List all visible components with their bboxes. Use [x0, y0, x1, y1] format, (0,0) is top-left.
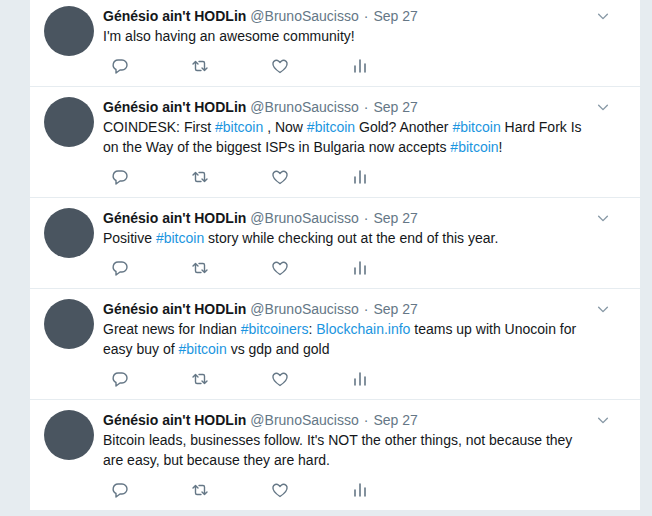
retweet-icon[interactable] [191, 57, 209, 75]
tweet-text: Positive #bitcoin story while checking o… [103, 228, 593, 248]
text-span: ! [499, 139, 503, 155]
user-name[interactable]: Génésio ain't HODLin [103, 8, 246, 24]
text-span: COINDESK: First [103, 119, 215, 135]
separator: · [364, 412, 369, 428]
reply-icon[interactable] [111, 57, 129, 75]
retweet-icon[interactable] [191, 481, 209, 499]
action-bar [103, 369, 628, 389]
hashtag[interactable]: #bitcoin [215, 119, 263, 135]
avatar-photo[interactable] [44, 208, 94, 258]
reply-icon[interactable] [111, 370, 129, 388]
tweet-date[interactable]: Sep 27 [373, 210, 417, 226]
reply-icon[interactable] [111, 168, 129, 186]
user-handle[interactable]: @BrunoSaucisso [250, 210, 358, 226]
user-handle[interactable]: @BrunoSaucisso [250, 301, 358, 317]
separator: · [364, 8, 369, 24]
tweet[interactable]: Génésio ain't HODLin@BrunoSaucisso ·Sep 2… [30, 87, 640, 198]
analytics-icon[interactable] [351, 259, 369, 277]
tweet[interactable]: Génésio ain't HODLin@BrunoSaucisso ·Sep 2… [30, 198, 640, 289]
timeline: Génésio ain't HODLin@BrunoSaucisso·Sep 2… [30, 0, 640, 511]
tweet-date[interactable]: Sep 27 [373, 8, 417, 24]
heart-icon[interactable] [271, 168, 289, 186]
reply-icon[interactable] [111, 481, 129, 499]
tweet[interactable]: Génésio ain't HODLin@BrunoSaucisso ·Sep 2… [30, 400, 640, 511]
retweet-icon[interactable] [191, 370, 209, 388]
tweet-date[interactable]: Sep 27 [373, 412, 417, 428]
text-span: story while checking out at the end of t… [204, 230, 498, 246]
hashtag[interactable]: #bitcoin [450, 139, 498, 155]
reply-icon[interactable] [111, 259, 129, 277]
hashtag[interactable]: #bitcoin [307, 119, 355, 135]
heart-icon[interactable] [271, 57, 289, 75]
action-bar [103, 480, 628, 500]
text-span: Gold? Another [355, 119, 452, 135]
user-name[interactable]: Génésio ain't HODLin [103, 99, 246, 115]
user-handle[interactable]: @BrunoSaucisso [250, 99, 358, 115]
heart-icon[interactable] [271, 481, 289, 499]
heart-icon[interactable] [271, 259, 289, 277]
heart-icon[interactable] [271, 370, 289, 388]
action-bar [103, 167, 628, 187]
separator: · [364, 99, 369, 115]
action-bar [103, 258, 628, 278]
separator: · [364, 210, 369, 226]
retweet-icon[interactable] [191, 259, 209, 277]
text-span: Great news for Indian [103, 321, 241, 337]
chevron-down-icon[interactable] [596, 100, 610, 114]
analytics-icon[interactable] [351, 57, 369, 75]
tweet-text: COINDESK: First #bitcoin , Now #bitcoin … [103, 117, 593, 157]
text-span: Bitcoin leads, businesses follow. It's N… [103, 432, 572, 468]
user-handle[interactable]: @BrunoSaucisso [250, 412, 358, 428]
analytics-icon[interactable] [351, 481, 369, 499]
retweet-icon[interactable] [191, 168, 209, 186]
text-span: , Now [263, 119, 307, 135]
tweet[interactable]: Génésio ain't HODLin@BrunoSaucisso ·Sep 2… [30, 0, 640, 87]
hashtag[interactable]: #bitcoiners [241, 321, 309, 337]
user-name[interactable]: Génésio ain't HODLin [103, 412, 246, 428]
hashtag[interactable]: #bitcoin [179, 341, 227, 357]
hashtag[interactable]: #bitcoin [452, 119, 500, 135]
tweet-text: I'm also having an awesome community! [103, 26, 593, 46]
analytics-icon[interactable] [351, 370, 369, 388]
user-name[interactable]: Génésio ain't HODLin [103, 210, 246, 226]
user-name[interactable]: Génésio ain't HODLin [103, 301, 246, 317]
link[interactable]: Blockchain.info [316, 321, 410, 337]
action-bar [103, 56, 628, 76]
tweet-text: Great news for Indian #bitcoiners: Block… [103, 319, 593, 359]
text-span: : [308, 321, 316, 337]
chevron-down-icon[interactable] [596, 413, 610, 427]
text-span: vs gdp and gold [227, 341, 330, 357]
tweet-text: Bitcoin leads, businesses follow. It's N… [103, 430, 593, 470]
tweet-date[interactable]: Sep 27 [373, 301, 417, 317]
text-span: I'm also having an awesome community! [103, 28, 355, 44]
tweet-date[interactable]: Sep 27 [373, 99, 417, 115]
hashtag[interactable]: #bitcoin [156, 230, 204, 246]
timeline-page: Génésio ain't HODLin@BrunoSaucisso·Sep 2… [0, 0, 652, 516]
avatar-photo[interactable] [44, 410, 94, 460]
chevron-down-icon[interactable] [596, 302, 610, 316]
user-handle[interactable]: @BrunoSaucisso [250, 8, 358, 24]
separator: · [364, 301, 369, 317]
avatar-photo[interactable] [44, 97, 94, 147]
avatar-photo[interactable] [44, 6, 94, 56]
text-span: Positive [103, 230, 156, 246]
chevron-down-icon[interactable] [596, 211, 610, 225]
analytics-icon[interactable] [351, 168, 369, 186]
tweet[interactable]: Génésio ain't HODLin@BrunoSaucisso ·Sep 2… [30, 289, 640, 400]
avatar-photo[interactable] [44, 299, 94, 349]
chevron-down-icon[interactable] [596, 9, 610, 23]
